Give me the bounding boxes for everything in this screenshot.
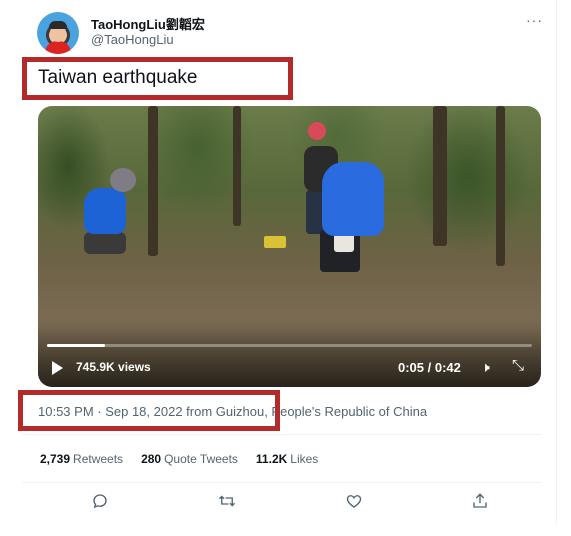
person-standing-cap [308, 122, 326, 140]
person-bending [322, 162, 384, 236]
reply-icon-svg [93, 494, 107, 509]
fullscreen-icon[interactable]: ⤡ [512, 357, 524, 374]
avatar-shirt [45, 41, 71, 54]
person-crouching-head [110, 168, 136, 192]
volume-icon[interactable]: 🕨︎ [481, 359, 490, 376]
author-display-name[interactable]: TaoHongLiu劉韜宏 [91, 14, 205, 33]
tree-trunk [233, 106, 241, 226]
video-views: 745.9K views [76, 360, 151, 374]
retweets-count: 2,739 [40, 452, 71, 466]
video-progress-track[interactable] [47, 344, 532, 347]
tree-trunk [496, 106, 505, 266]
video-progress-fill [47, 344, 106, 347]
yellow-device [264, 236, 286, 248]
retweet-icon[interactable] [216, 492, 238, 514]
video-player[interactable]: 745.9K views 0:05 / 0:42 🕨︎ ⤡ [38, 106, 541, 387]
retweets-stat[interactable]: 2,739 Retweets [40, 452, 123, 466]
person-crouching-legs [84, 232, 126, 254]
highlight-box-tweet-text [22, 57, 293, 100]
highlight-box-timestamp [18, 390, 280, 431]
likes-count: 11.2K [255, 452, 288, 466]
divider [22, 434, 542, 435]
like-icon[interactable] [343, 492, 365, 514]
engagement-stats: 2,739 Retweets 280 Quote Tweets 11.2K Likes [40, 452, 318, 466]
share-icon[interactable] [469, 492, 491, 514]
more-icon[interactable]: ··· [526, 12, 543, 28]
retweets-label: Retweets [73, 452, 124, 466]
likes-label: Likes [290, 452, 319, 466]
avatar-hair [49, 21, 67, 29]
like-icon-svg [346, 495, 362, 508]
video-time: 0:05 / 0:42 [398, 360, 461, 375]
video-controls-shade [38, 326, 541, 387]
quotes-count: 280 [141, 452, 162, 466]
share-icon-svg [473, 493, 487, 508]
quotes-label: Quote Tweets [164, 452, 238, 466]
author-handle[interactable]: @TaoHongLiu [91, 32, 174, 47]
likes-stat[interactable]: 11.2K Likes [256, 452, 318, 466]
avatar[interactable] [37, 12, 79, 54]
quotes-stat[interactable]: 280 Quote Tweets [141, 452, 238, 466]
play-icon[interactable] [52, 361, 63, 375]
reply-icon[interactable] [89, 492, 111, 514]
divider [22, 482, 542, 483]
retweet-icon-svg [219, 495, 235, 507]
tree-trunk [433, 106, 447, 246]
tweet-card: TaoHongLiu劉韜宏 @TaoHongLiu ··· Taiwan ear… [0, 0, 557, 524]
person-crouching [84, 188, 126, 234]
tree-trunk [148, 106, 158, 256]
